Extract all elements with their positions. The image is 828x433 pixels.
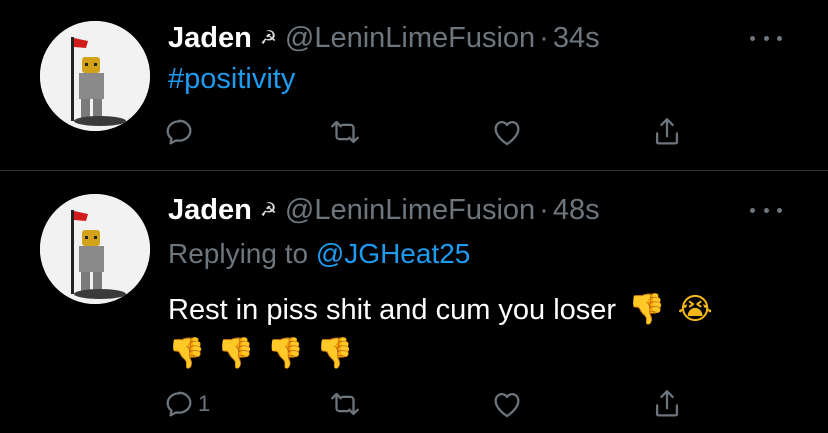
retweet-icon xyxy=(331,392,359,416)
like-button[interactable] xyxy=(490,110,524,154)
like-icon xyxy=(494,392,520,418)
separator-dot: · xyxy=(539,193,549,226)
share-icon xyxy=(655,118,679,145)
tweet-actions xyxy=(158,110,718,154)
reply-icon xyxy=(166,119,192,145)
user-handle[interactable]: @LeninLimeFusion xyxy=(285,22,535,55)
avatar[interactable] xyxy=(40,21,150,131)
thumbs-down-emoji: 👎 xyxy=(217,336,255,371)
share-icon xyxy=(655,390,679,417)
reply-count: 1 xyxy=(198,391,211,416)
replying-prefix: Replying to xyxy=(168,238,309,269)
hashtag-link[interactable]: #positivity xyxy=(168,63,295,96)
timestamp[interactable]: 48s xyxy=(553,194,600,227)
retweet-icon xyxy=(331,120,359,144)
thumbs-down-emoji: 👎 xyxy=(266,336,305,371)
hammer-sickle-emoji: ☭ xyxy=(259,199,277,221)
tweet-header: Jaden ☭ @LeninLimeFusion · 48s xyxy=(168,192,600,228)
replying-to-line: Replying to @JGHeat25 xyxy=(168,238,470,270)
tweet[interactable]: Jaden ☭ @LeninLimeFusion · 34s #positivi… xyxy=(0,0,828,170)
share-button[interactable] xyxy=(650,382,684,426)
tweet-text: Rest in piss shit and cum you loser 👎 😭 … xyxy=(168,288,788,376)
tweet-header: Jaden ☭ @LeninLimeFusion · 34s xyxy=(168,20,600,56)
thumbs-down-emoji: 👎 xyxy=(628,292,666,327)
divider xyxy=(0,170,828,171)
share-button[interactable] xyxy=(650,110,684,154)
more-icon[interactable] xyxy=(750,206,782,214)
like-button[interactable] xyxy=(490,382,524,426)
user-handle[interactable]: @LeninLimeFusion xyxy=(285,194,535,227)
lego-figure-image xyxy=(40,21,150,131)
tweet[interactable]: Jaden ☭ @LeninLimeFusion · 48s Replying … xyxy=(0,172,828,433)
hammer-sickle-emoji: ☭ xyxy=(259,27,277,49)
separator-dot: · xyxy=(539,21,549,54)
display-name[interactable]: Jaden xyxy=(168,194,252,227)
lego-figure-image xyxy=(40,194,150,304)
like-icon xyxy=(494,120,520,146)
crying-face-emoji: 😭 xyxy=(677,292,713,327)
tweet-body: Rest in piss shit and cum you loser xyxy=(168,294,617,326)
reply-icon xyxy=(166,391,192,417)
tweet-actions: 1 xyxy=(158,382,718,426)
display-name[interactable]: Jaden xyxy=(168,22,252,55)
timestamp[interactable]: 34s xyxy=(553,22,600,55)
retweet-button[interactable] xyxy=(328,382,362,426)
avatar[interactable] xyxy=(40,194,150,304)
thumbs-down-emoji: 👎 xyxy=(316,336,354,371)
reply-button[interactable] xyxy=(162,110,198,154)
more-icon[interactable] xyxy=(750,34,782,42)
retweet-button[interactable] xyxy=(328,110,362,154)
reply-button[interactable]: 1 xyxy=(162,382,210,426)
replying-to-handle[interactable]: @JGHeat25 xyxy=(316,238,471,269)
thumbs-down-emoji: 👎 xyxy=(168,336,206,371)
